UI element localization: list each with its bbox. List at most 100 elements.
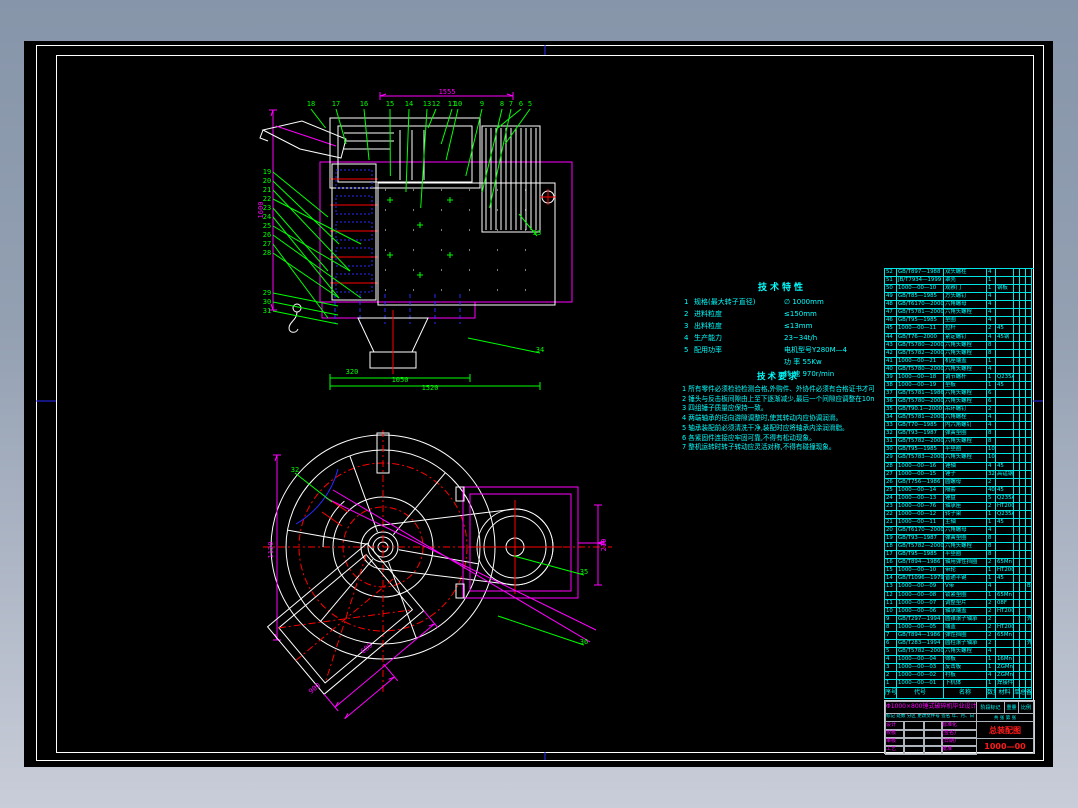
- tech-specs-rows: 1 规格(最大转子直径) ∅ 1000mm 2 进料粒度 ≤150mm 3 出料粒度 ≤13mm…: [684, 296, 880, 380]
- svg-text:32: 32: [291, 466, 299, 474]
- bom-row: 44 GB/T76—2000 紧定螺钉 4 45钢: [885, 333, 1034, 342]
- bom-row: 51 JB/T7934—1999 罩壳 1: [885, 277, 1034, 286]
- bom-row: 42 GB/T5782—2000 六角头螺栓 8: [885, 349, 1034, 358]
- spec-row: 5 配用功率 电机型号Y280M—4: [684, 346, 848, 354]
- svg-text:210: 210: [600, 539, 608, 552]
- tech-requirements-panel: 技术要求 1 所有零件必须检验检测合格,外购件、外协件必须有合格证书才可装配。 2…: [682, 370, 874, 453]
- bom-row: 24 1000—00—13 锤盘 5 Q235A: [885, 494, 1034, 503]
- svg-text:6: 6: [519, 100, 523, 108]
- bom-row: 23 1000—00—76 轴承座 2 HT200: [885, 502, 1034, 511]
- requirement-line: 4 两端轴承的径向游隙调整时,使其转动内应协调润滑。: [682, 414, 843, 423]
- bom-row: 21 1000—00—11 主轴 1 45: [885, 518, 1034, 527]
- bom-row: 46 GB/T95—1985 垫圈 4: [885, 317, 1034, 326]
- bom-row: 8 1000—00—05 端盖 2 HT200: [885, 623, 1034, 632]
- svg-text:25: 25: [263, 222, 271, 230]
- svg-text:15: 15: [386, 100, 394, 108]
- bom-row: 39 1000—00—18 调节螺杆 1 Q235A: [885, 373, 1034, 382]
- svg-text:27: 27: [263, 240, 271, 248]
- bom-row: 49 GB/T85—1985 方头螺钉 4: [885, 293, 1034, 302]
- bom-row: 37 GB/T5781—1986 六角头螺栓 6: [885, 389, 1034, 398]
- bom-row: 11 1000—00—07 调整垫片 2 08F: [885, 599, 1034, 608]
- bom-row: 36 GB/T5780—2000 六角头螺栓 6: [885, 398, 1034, 407]
- bom-row: 27 1000—00—15 锤子 32 高锰钢: [885, 470, 1034, 479]
- bom-parts-table: 52 GB/T897—1988 双头螺柱 4 51 JB/T7934—1999 罩壳 1 50 1…: [884, 268, 1034, 700]
- bom-row: 40 GB/T5780—2000 六角头螺栓 4: [885, 365, 1034, 374]
- plan-view: [263, 430, 612, 720]
- bom-row: 9GB/T297—1994圆锥滚子轴承2外购: [885, 615, 1034, 624]
- svg-text:1050: 1050: [392, 376, 409, 384]
- svg-text:1520: 1520: [422, 384, 439, 392]
- top-view-elevation: [259, 92, 573, 390]
- svg-text:16: 16: [360, 100, 368, 108]
- bom-row: 7 GB/T894—1986 弹性挡圈 2 65Mn: [885, 631, 1034, 640]
- svg-text:29: 29: [263, 289, 271, 297]
- drawing-name: 总装配图: [976, 721, 1034, 739]
- svg-text:20: 20: [263, 177, 271, 185]
- title-block-cell: 工艺: [885, 745, 905, 755]
- bom-row: 43 GB/T5780—2000 六角头螺栓 8: [885, 341, 1034, 350]
- svg-text:10: 10: [454, 100, 462, 108]
- bom-row: 25 1000—00—14 隔套 40 45: [885, 486, 1034, 495]
- svg-text:9: 9: [480, 100, 484, 108]
- drawing-number: 1000—00: [976, 738, 1034, 754]
- svg-text:8: 8: [500, 100, 504, 108]
- bom-row: 26 GB/T756—1986 圆螺母 2: [885, 478, 1034, 487]
- bom-row: 31000—00—03反击板1ZGMn13: [885, 664, 1034, 673]
- tech-specs-panel: 技术特性 1 规格(最大转子直径) ∅ 1000mm 2 进料粒度 ≤150mm 3 出料粒度…: [684, 280, 880, 380]
- svg-text:1120: 1120: [267, 542, 275, 559]
- tech-requirements-title: 技术要求: [756, 372, 799, 382]
- bom-row: 47 GB/T5781—2000 六角头螺栓 4: [885, 309, 1034, 318]
- svg-text:30: 30: [263, 298, 271, 306]
- svg-text:13: 13: [423, 100, 431, 108]
- requirement-line: 2 锤头与反击板间隙由上至下逐渐减少,最后一个间隙应调整在10mm之内。: [682, 394, 874, 403]
- dimension-labels: 15551600320105015206809002101120: [257, 88, 608, 696]
- bom-row: 16 GB/T894—1986 轴用弹性挡圈 2 65Mn: [885, 559, 1034, 568]
- title-block-cell: [923, 745, 943, 755]
- svg-text:7: 7: [509, 100, 513, 108]
- bom-row: 35 GB/T90.1—2000 吊环螺钉 2: [885, 406, 1034, 415]
- spec-row: 1 规格(最大转子直径) ∅ 1000mm: [684, 298, 824, 306]
- title-block-cell: 批准: [941, 745, 977, 755]
- bom-row: 34 GB/T5781—2000 六角螺栓 4: [885, 414, 1034, 423]
- requirement-line: 3 四组锤子质量应保持一致。: [682, 404, 768, 413]
- bom-row: 41 1000—00—21 机座端盖 1: [885, 357, 1034, 366]
- bom-row: 30 GB/T95—1985 平垫圈 10: [885, 446, 1034, 455]
- svg-text:1555: 1555: [439, 88, 456, 96]
- svg-text:21: 21: [263, 186, 271, 194]
- bom-row: 18 GB/T5782—2000 六角头螺栓 8: [885, 543, 1034, 552]
- bom-row: 33 GB/T70—1985 内六角螺钉 4: [885, 422, 1034, 431]
- bom-row: 21000—00—02衬板4ZGMn13: [885, 672, 1034, 681]
- spec-row: 2 进料粒度 ≤150mm: [684, 310, 817, 318]
- spec-row: 功 率 55Kw: [784, 358, 822, 366]
- tech-specs-title: 技术特性: [757, 283, 806, 293]
- bom-row: 10 1000—00—06 轴承端盖 2 HT200: [885, 607, 1034, 616]
- svg-text:31: 31: [263, 307, 271, 315]
- spec-row: 3 出料粒度 ≤13mm: [684, 322, 813, 330]
- bom-row: 4 1000—00—04 筛板 1 16Mn: [885, 656, 1034, 665]
- bom-row: 6GB/T283—1994圆柱滚子轴承2外购: [885, 639, 1034, 648]
- bom-row: 52 GB/T897—1988 双头螺柱 4: [885, 269, 1034, 278]
- spec-row: 4 生产能力 23~34t/h: [684, 334, 818, 342]
- tech-requirements-lines: 1 所有零件必须检验检测合格,外购件、外协件必须有合格证书才可装配。 2 锤头与反…: [682, 385, 874, 453]
- bom-row: 28 1000—00—16 锤轴 4 45: [885, 462, 1034, 471]
- requirement-line: 6 各紧固件连接应牢固可靠,不得有松动现象。: [682, 433, 816, 442]
- svg-text:14: 14: [405, 100, 413, 108]
- bom-row: 19 GB/T93—1987 弹簧垫圈 8: [885, 535, 1034, 544]
- requirement-line: 1 所有零件必须检验检测合格,外购件、外协件必须有合格证书才可装配。: [682, 385, 874, 393]
- bom-header-row: 序号代号名称数量材料单件总计备注: [885, 688, 1034, 700]
- bom-row: 12 1000—00—08 锁紧垫圈 1 65Mn: [885, 591, 1034, 600]
- svg-text:1600: 1600: [257, 202, 265, 219]
- title-block-cell: [903, 745, 925, 755]
- bom-row: 15 1000—00—10 带轮 1 HT200: [885, 567, 1034, 576]
- svg-text:18: 18: [307, 100, 315, 108]
- bom-row: 131000—00—09V带4B型: [885, 583, 1034, 592]
- bom-row: 31 GB/T5782—2000 六角头螺栓 8: [885, 438, 1034, 447]
- bom-row: 32 GB/T93—1987 弹簧垫圈 8: [885, 430, 1034, 439]
- svg-text:900: 900: [307, 681, 322, 695]
- bom-row: 50 1000—00—10 观察门 1 钢板: [885, 285, 1034, 294]
- svg-text:320: 320: [346, 368, 359, 376]
- bom-row: 17 GB/T95—1985 平垫圈 8: [885, 551, 1034, 560]
- bom-row: 29 GB/T5783—2000 六角头螺栓 10: [885, 454, 1034, 463]
- svg-text:19: 19: [263, 168, 271, 176]
- svg-text:12: 12: [432, 100, 440, 108]
